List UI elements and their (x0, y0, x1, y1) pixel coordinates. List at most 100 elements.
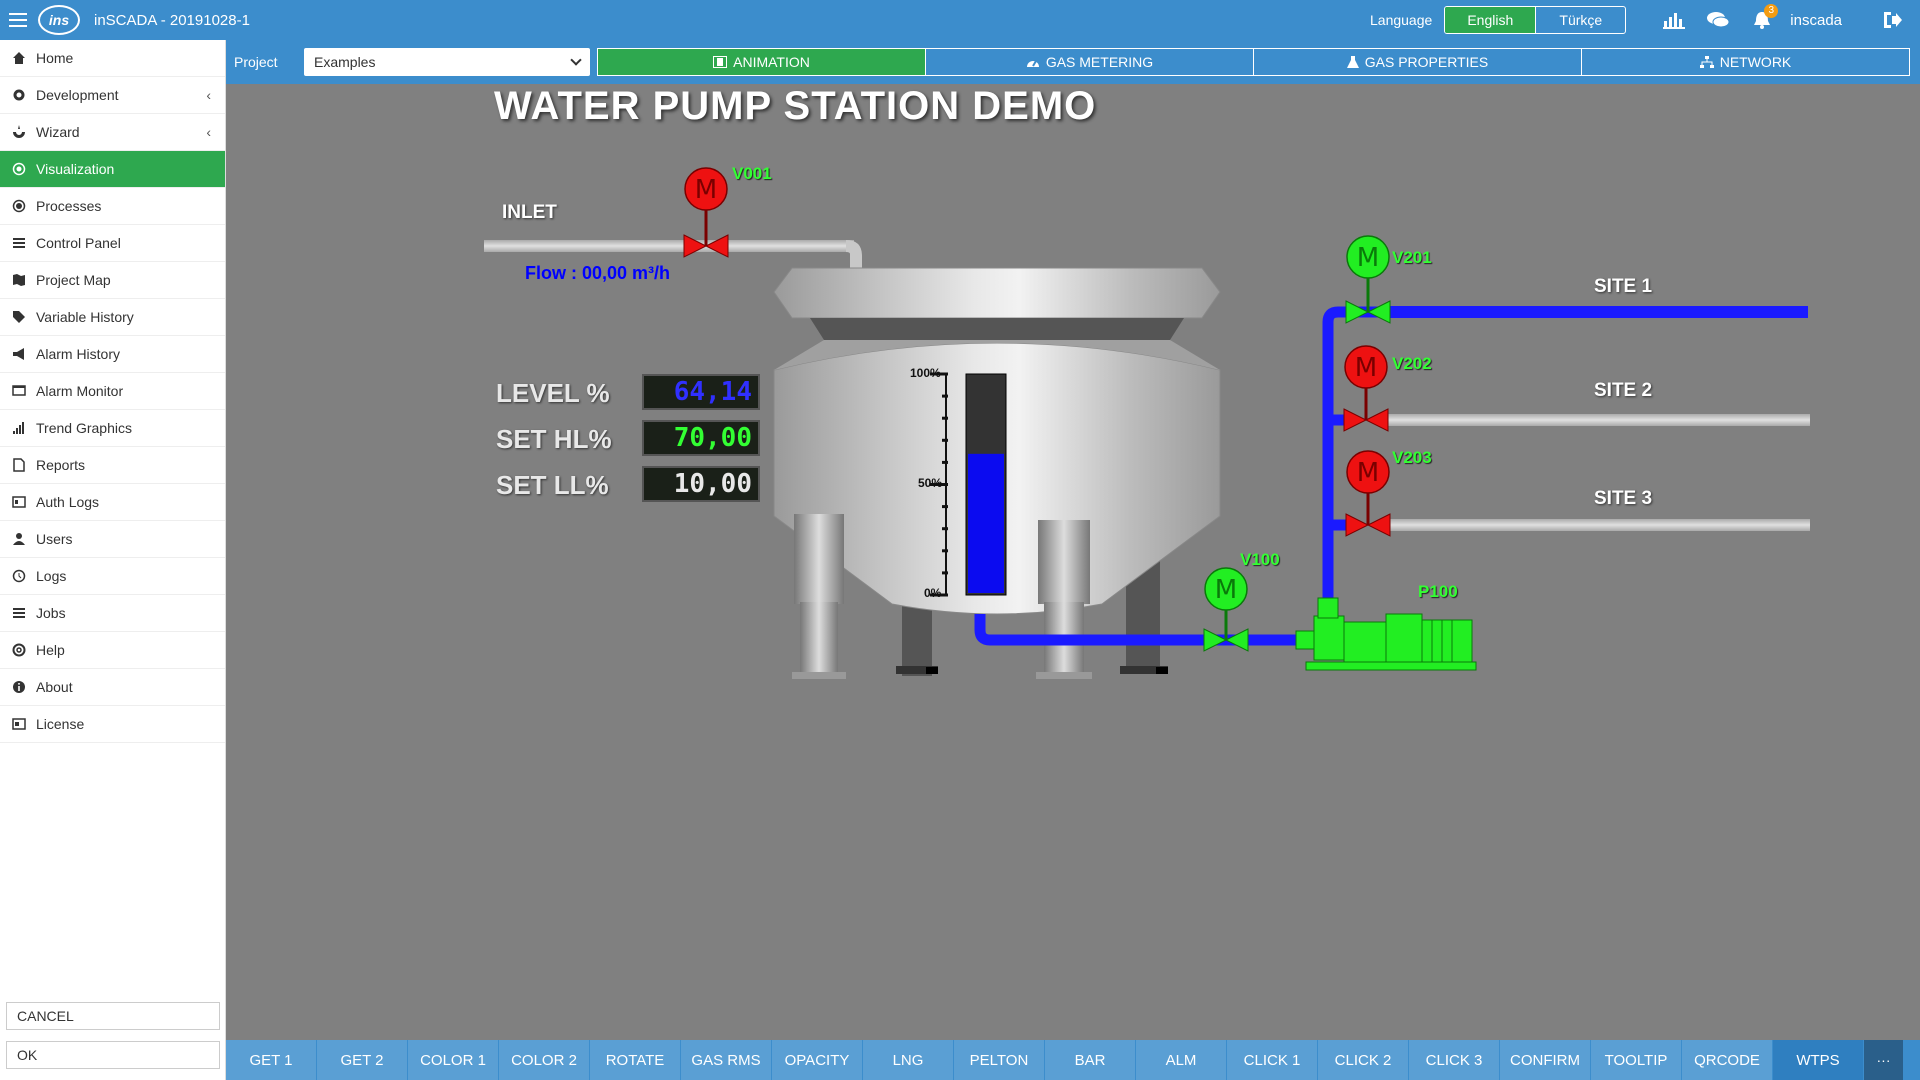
bottom-tab-bar[interactable]: BAR (1045, 1040, 1136, 1080)
bottom-tab-lng[interactable]: LNG (863, 1040, 954, 1080)
bell-icon[interactable]: 3 (1740, 0, 1784, 40)
bottom-tab-click-3[interactable]: CLICK 3 (1409, 1040, 1500, 1080)
sidebar-item-label: Auth Logs (36, 494, 100, 510)
sidebar-item-control-panel[interactable]: Control Panel (0, 225, 225, 262)
motor-symbol: M (1357, 458, 1379, 488)
flask-icon (1346, 55, 1359, 68)
logout-icon[interactable] (1870, 0, 1914, 40)
bottom-tab-confirm[interactable]: CONFIRM (1500, 1040, 1591, 1080)
sidebar-item-label: Processes (36, 198, 102, 214)
film-icon (713, 56, 728, 68)
top-bar-right: Language English Türkçe 3 inscada (1370, 0, 1920, 40)
scale-label-50: 50% (918, 476, 943, 490)
tag-icon (12, 310, 26, 324)
bottom-tab-get-1[interactable]: GET 1 (226, 1040, 317, 1080)
gear-icon (12, 88, 26, 102)
chat-icon[interactable] (1696, 0, 1740, 40)
set-ll-label: SET LL% (496, 470, 609, 500)
home-icon (12, 51, 26, 65)
sidebar: Home Development ‹ Wizard ‹ Visualization Proc… (0, 40, 226, 1080)
id-card-icon (12, 495, 26, 509)
valve-v001-label: V001 (732, 164, 772, 183)
bottom-tab-tooltip[interactable]: TOOLTIP (1591, 1040, 1682, 1080)
motor-symbol: M (1215, 575, 1237, 605)
site-3-label: SITE 3 (1594, 488, 1653, 509)
project-tabs: ANIMATION GAS METERING GAS PROPERTIES NE… (597, 48, 1910, 76)
tab-gas-properties[interactable]: GAS PROPERTIES (1253, 48, 1582, 76)
valve-v202-label: V202 (1392, 354, 1432, 373)
sidebar-item-alarm-history[interactable]: Alarm History (0, 336, 225, 373)
bottom-tab-pelton[interactable]: PELTON (954, 1040, 1045, 1080)
bottom-tab-opacity[interactable]: OPACITY (772, 1040, 863, 1080)
tab-gas-metering[interactable]: GAS METERING (925, 48, 1254, 76)
tab-network[interactable]: NETWORK (1581, 48, 1910, 76)
sidebar-item-logs[interactable]: Logs (0, 558, 225, 595)
sidebar-item-about[interactable]: About (0, 669, 225, 706)
motor-symbol: M (695, 175, 717, 205)
bottom-tab-gas-rms[interactable]: GAS RMS (681, 1040, 772, 1080)
valve-v201-label: V201 (1392, 248, 1432, 267)
motor-symbol: M (1355, 353, 1377, 383)
pump-p100-label: P100 (1418, 582, 1458, 601)
sidebar-item-reports[interactable]: Reports (0, 447, 225, 484)
language-english-button[interactable]: English (1445, 7, 1536, 33)
sidebar-item-project-map[interactable]: Project Map (0, 262, 225, 299)
sidebar-item-jobs[interactable]: Jobs (0, 595, 225, 632)
sidebar-item-help[interactable]: Help (0, 632, 225, 669)
valve-v001[interactable]: M (683, 167, 729, 258)
set-ll-input[interactable]: 10,00 (642, 466, 760, 502)
user-name[interactable]: inscada (1790, 12, 1842, 29)
bottom-tab-get-2[interactable]: GET 2 (317, 1040, 408, 1080)
eye-icon (12, 162, 26, 176)
language-switch: English Türkçe (1444, 6, 1627, 34)
info-icon (12, 680, 26, 694)
valve-v203-label: V203 (1392, 448, 1432, 467)
valve-v202[interactable]: M (1343, 345, 1389, 432)
bottom-tab-color-1[interactable]: COLOR 1 (408, 1040, 499, 1080)
valve-v201[interactable]: M (1345, 235, 1391, 324)
sidebar-item-auth-logs[interactable]: Auth Logs (0, 484, 225, 521)
scale-label-100: 100% (910, 366, 941, 380)
bottom-tab-qrcode[interactable]: QRCODE (1682, 1040, 1773, 1080)
ok-button[interactable]: OK (6, 1041, 220, 1069)
valve-v203[interactable]: M (1345, 450, 1391, 537)
set-hl-input[interactable]: 70,00 (642, 420, 760, 456)
bottom-tab-wtps[interactable]: WTPS (1773, 1040, 1864, 1080)
sidebar-item-label: Alarm History (36, 346, 121, 362)
sidebar-item-development[interactable]: Development ‹ (0, 77, 225, 114)
valve-v100-label: V100 (1240, 550, 1280, 569)
sidebar-item-users[interactable]: Users (0, 521, 225, 558)
history-icon (12, 569, 26, 583)
sidebar-item-alarm-monitor[interactable]: Alarm Monitor (0, 373, 225, 410)
project-select[interactable]: Examples (304, 48, 590, 76)
monitor-icon (12, 384, 26, 398)
bottom-tab-rotate[interactable]: ROTATE (590, 1040, 681, 1080)
bottom-tab-color-2[interactable]: COLOR 2 (499, 1040, 590, 1080)
chevron-down-icon (570, 54, 582, 66)
sidebar-item-variable-history[interactable]: Variable History (0, 299, 225, 336)
cancel-button[interactable]: CANCEL (6, 1002, 220, 1030)
sitemap-icon (1699, 56, 1714, 68)
sidebar-item-label: Control Panel (36, 235, 121, 251)
valve-v100[interactable]: M (1203, 567, 1249, 652)
menu-toggle-icon[interactable] (0, 0, 36, 40)
more-tabs-button[interactable]: ··· (1864, 1040, 1904, 1080)
bottom-tab-alm[interactable]: ALM (1136, 1040, 1227, 1080)
sidebar-item-license[interactable]: License (0, 706, 225, 743)
map-icon (12, 273, 26, 287)
bottom-tab-click-2[interactable]: CLICK 2 (1318, 1040, 1409, 1080)
tab-animation[interactable]: ANIMATION (597, 48, 926, 76)
language-turkish-button[interactable]: Türkçe (1535, 7, 1625, 33)
chevron-left-icon: ‹ (206, 87, 211, 103)
site-2-label: SITE 2 (1594, 380, 1653, 401)
sidebar-item-processes[interactable]: Processes (0, 188, 225, 225)
sidebar-item-visualization[interactable]: Visualization (0, 151, 225, 188)
sidebar-item-wizard[interactable]: Wizard ‹ (0, 114, 225, 151)
tab-animation-label: ANIMATION (733, 54, 810, 70)
bottom-tab-click-1[interactable]: CLICK 1 (1227, 1040, 1318, 1080)
list-icon (12, 606, 26, 620)
sidebar-item-label: Visualization (36, 161, 115, 177)
sidebar-item-trend-graphics[interactable]: Trend Graphics (0, 410, 225, 447)
chart-icon[interactable] (1652, 0, 1696, 40)
sidebar-item-home[interactable]: Home (0, 40, 225, 77)
